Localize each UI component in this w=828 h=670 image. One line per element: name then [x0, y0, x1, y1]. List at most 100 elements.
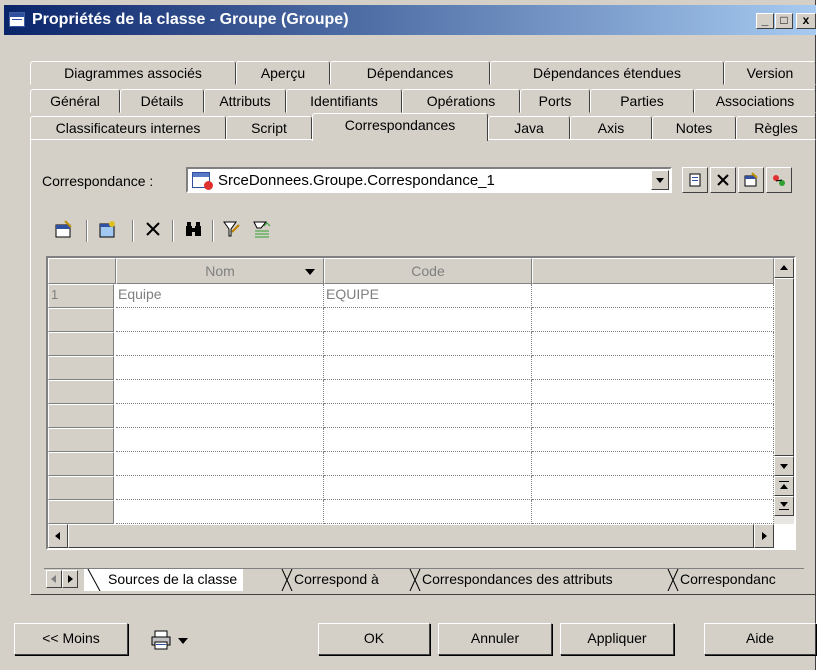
cell-code[interactable]: [324, 428, 532, 452]
row-header[interactable]: [48, 380, 114, 404]
cell-empty[interactable]: [532, 452, 774, 476]
column-header-code[interactable]: Code: [324, 258, 532, 284]
cell-code[interactable]: [324, 356, 532, 380]
close-button[interactable]: x: [796, 13, 816, 29]
chevron-down-icon[interactable]: [651, 170, 669, 190]
cell-nom[interactable]: [116, 428, 324, 452]
cell-nom[interactable]: [116, 404, 324, 428]
filter-settings-button[interactable]: [250, 220, 274, 242]
tab-dependances-etendues[interactable]: Dépendances étendues: [490, 61, 724, 85]
tab-apercu[interactable]: Aperçu: [236, 61, 330, 85]
cell-code[interactable]: [324, 332, 532, 356]
vertical-scrollbar[interactable]: [774, 258, 794, 524]
scroll-down-button[interactable]: [774, 456, 794, 476]
row-header[interactable]: [48, 428, 114, 452]
sheet-next-button[interactable]: [62, 570, 78, 588]
cell-empty[interactable]: [532, 500, 774, 524]
add-objects-button[interactable]: [96, 220, 120, 242]
tab-java[interactable]: Java: [488, 116, 570, 140]
cell-nom[interactable]: Equipe: [116, 284, 324, 308]
row-header[interactable]: [48, 356, 114, 380]
scroll-top-button[interactable]: [774, 476, 794, 496]
cell-empty[interactable]: [532, 356, 774, 380]
cell-empty[interactable]: [532, 284, 774, 308]
row-header[interactable]: [48, 404, 114, 428]
minimize-button[interactable]: _: [756, 13, 774, 29]
scroll-bottom-button[interactable]: [774, 496, 794, 516]
sheet-tab-sources[interactable]: Sources de la classe: [84, 569, 244, 591]
create-mapping-button[interactable]: [766, 167, 792, 193]
row-header[interactable]: [48, 500, 114, 524]
tab-classificateurs-internes[interactable]: Classificateurs internes: [30, 116, 226, 140]
cell-code[interactable]: [324, 308, 532, 332]
moins-button[interactable]: << Moins: [14, 623, 128, 655]
cell-nom[interactable]: [116, 452, 324, 476]
cell-code[interactable]: [324, 500, 532, 524]
scroll-left-button[interactable]: [48, 524, 68, 548]
tab-correspondances[interactable]: Correspondances: [312, 113, 488, 141]
row-header[interactable]: [48, 452, 114, 476]
tab-notes[interactable]: Notes: [652, 116, 736, 140]
tab-regles[interactable]: Règles: [736, 116, 816, 140]
title-bar[interactable]: Propriétés de la classe - Groupe (Groupe…: [4, 5, 816, 35]
tab-diagrammes-associes[interactable]: Diagrammes associés: [30, 61, 236, 85]
filter-button[interactable]: [220, 220, 244, 242]
scroll-thumb[interactable]: [774, 278, 794, 456]
tab-version[interactable]: Version: [724, 61, 816, 85]
tab-axis[interactable]: Axis: [570, 116, 652, 140]
delete-mapping-button[interactable]: [710, 167, 736, 193]
maximize-button[interactable]: □: [775, 13, 793, 29]
scroll-right-button[interactable]: [754, 524, 774, 548]
tab-dependances[interactable]: Dépendances: [330, 61, 490, 85]
delete-row-button[interactable]: [142, 220, 164, 242]
row-header[interactable]: 1: [48, 284, 114, 308]
cell-nom[interactable]: [116, 476, 324, 500]
find-button[interactable]: [182, 220, 206, 242]
help-button[interactable]: Aide: [704, 623, 816, 655]
tab-attributs[interactable]: Attributs: [204, 89, 286, 113]
tab-script[interactable]: Script: [226, 116, 312, 140]
sheet-tab-correspond-a[interactable]: Correspond à: [280, 569, 379, 591]
row-header[interactable]: [48, 332, 114, 356]
cell-empty[interactable]: [532, 404, 774, 428]
cell-nom[interactable]: [116, 332, 324, 356]
cell-code[interactable]: [324, 452, 532, 476]
cell-empty[interactable]: [532, 428, 774, 452]
cell-nom[interactable]: [116, 500, 324, 524]
tab-parties[interactable]: Parties: [590, 89, 694, 113]
cell-nom[interactable]: [116, 380, 324, 404]
horizontal-scrollbar[interactable]: [48, 524, 774, 548]
mapping-select[interactable]: SrceDonnees.Groupe.Correspondance_1: [186, 167, 672, 193]
ok-button[interactable]: OK: [318, 623, 430, 655]
tab-associations[interactable]: Associations: [694, 89, 816, 113]
sheet-tab-correspondances-more[interactable]: Correspondanc: [666, 569, 802, 591]
print-menu-button[interactable]: [150, 630, 198, 654]
tab-details[interactable]: Détails: [120, 89, 204, 113]
cell-code[interactable]: [324, 404, 532, 428]
cell-empty[interactable]: [532, 308, 774, 332]
cell-code[interactable]: [324, 380, 532, 404]
scroll-up-button[interactable]: [774, 258, 794, 278]
cell-nom[interactable]: [116, 308, 324, 332]
sheet-prev-button[interactable]: [46, 570, 62, 588]
sources-grid[interactable]: Nom Code 1 Equipe EQUIPE: [46, 256, 796, 550]
cell-code[interactable]: [324, 476, 532, 500]
tab-operations[interactable]: Opérations: [402, 89, 520, 113]
tab-general[interactable]: Général: [30, 89, 120, 113]
sheet-tab-correspondances-attributs[interactable]: Correspondances des attributs: [408, 569, 613, 591]
cancel-button[interactable]: Annuler: [438, 623, 552, 655]
cell-empty[interactable]: [532, 476, 774, 500]
mapping-properties-button[interactable]: [738, 167, 764, 193]
column-header-nom[interactable]: Nom: [116, 258, 324, 284]
grid-properties-button[interactable]: [52, 220, 76, 242]
cell-code[interactable]: EQUIPE: [324, 284, 532, 308]
tab-ports[interactable]: Ports: [520, 89, 590, 113]
row-header[interactable]: [48, 308, 114, 332]
apply-button[interactable]: Appliquer: [560, 623, 674, 655]
cell-empty[interactable]: [532, 332, 774, 356]
row-header[interactable]: [48, 476, 114, 500]
cell-empty[interactable]: [532, 380, 774, 404]
new-mapping-button[interactable]: [682, 167, 708, 193]
tab-identifiants[interactable]: Identifiants: [286, 89, 402, 113]
horizontal-scroll-thumb[interactable]: [68, 524, 754, 548]
